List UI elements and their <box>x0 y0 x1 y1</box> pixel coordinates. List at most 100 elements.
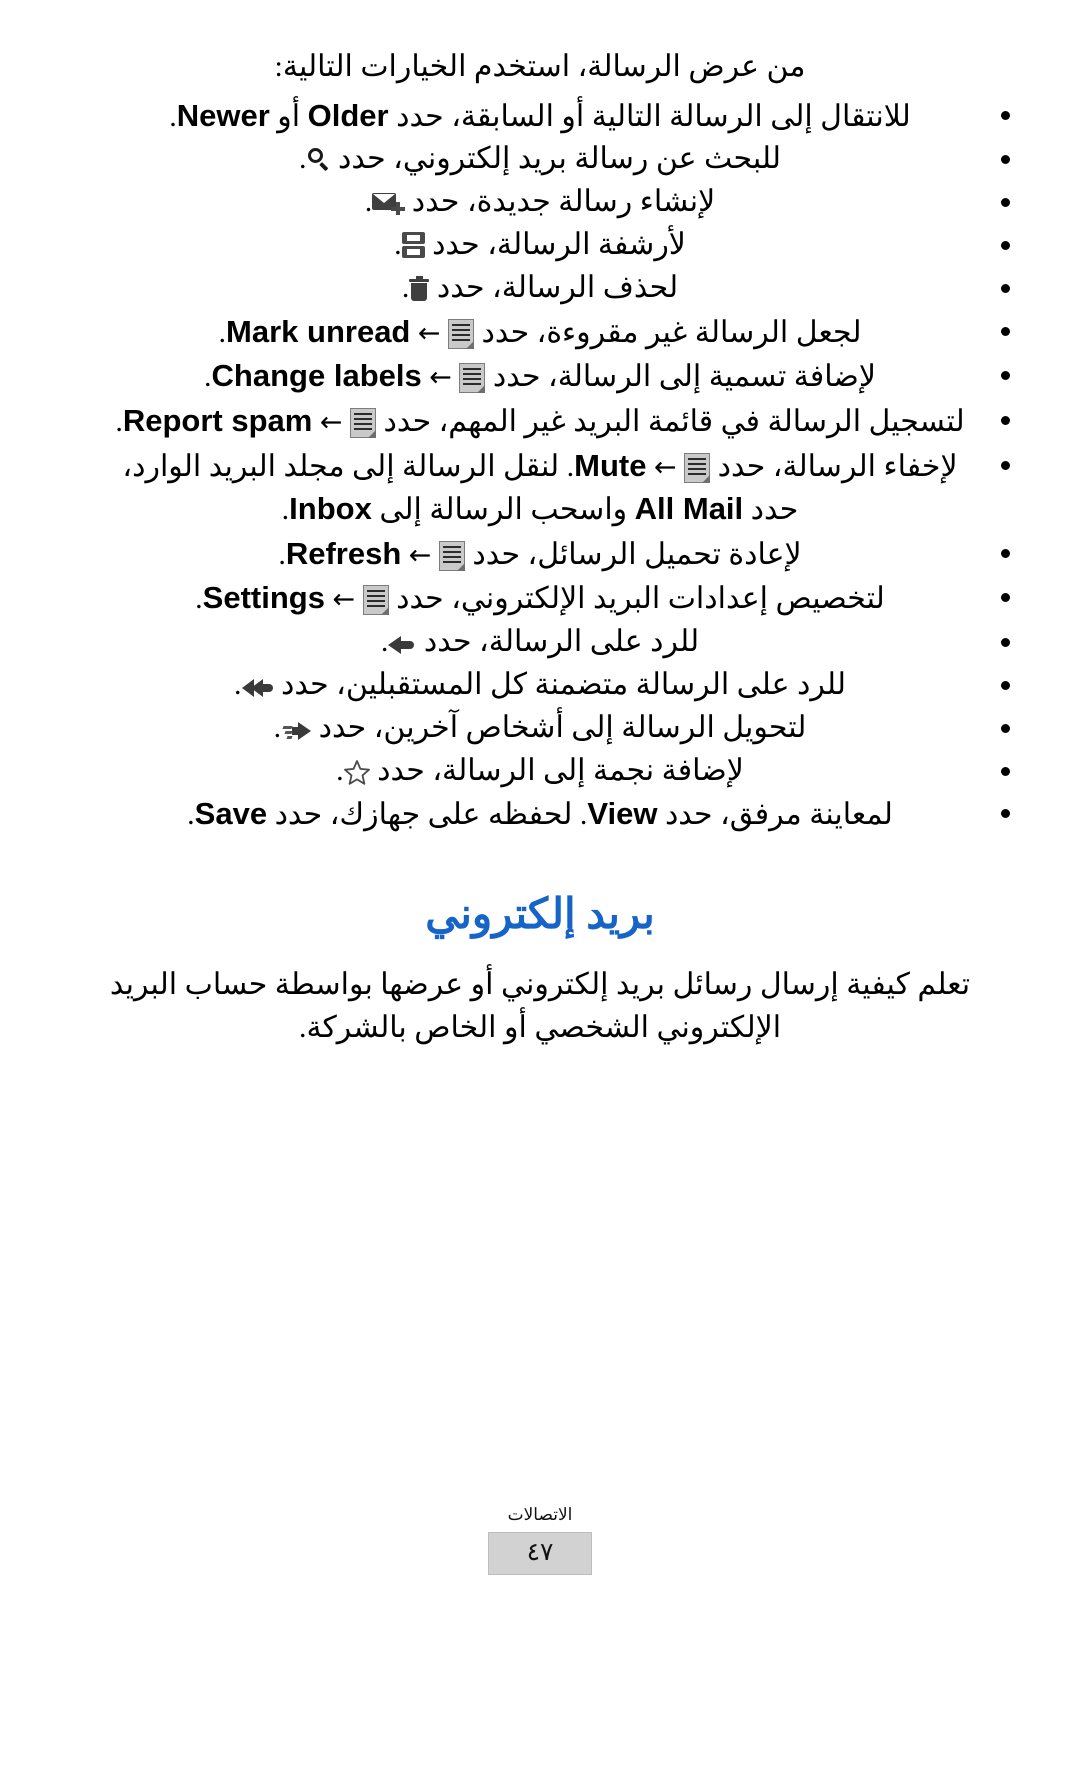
menu-icon <box>362 585 389 616</box>
list-item-forward-message: لتحويل الرسالة إلى أشخاص آخرين، حدد . <box>96 708 1010 749</box>
option-keyword-settings: Settings <box>202 580 325 616</box>
forward-icon <box>281 720 312 742</box>
menu-icon <box>448 318 474 349</box>
option-suffix: . <box>278 537 286 571</box>
option-suffix: . <box>273 710 282 744</box>
option-suffix: . <box>204 360 212 394</box>
list-item-report-spam: لتسجيل الرسالة في قائمة البريد غير المهم… <box>96 400 1010 443</box>
bullet-marker <box>1001 809 1010 819</box>
bullet-marker <box>1001 460 1010 470</box>
bullet-marker <box>1001 416 1010 426</box>
list-item-mark-unread: لجعل الرسالة غير مقروءة، حدد ← Mark unre… <box>96 311 1010 354</box>
list-item-search-email: للبحث عن رسالة بريد إلكتروني، حدد . <box>96 139 1010 180</box>
list-item-archive-message: لأرشفة الرسالة، حدد . <box>96 225 1010 266</box>
option-prefix: لإعادة تحميل الرسائل، حدد <box>472 537 802 571</box>
list-item-delete-message: لحذف الرسالة، حدد . <box>96 268 1010 309</box>
bullet-marker <box>1001 371 1010 381</box>
option-prefix: للرد على الرسالة، حدد <box>423 625 700 659</box>
archive-icon <box>401 231 425 259</box>
arrow-icon: ← <box>408 539 432 571</box>
search-icon <box>307 147 331 173</box>
option-keyword-view: View <box>587 796 658 832</box>
bullet-marker <box>1001 198 1010 208</box>
option-keyword-older: Older <box>307 97 389 133</box>
section-heading: بريد إلكتروني <box>425 892 655 939</box>
reply-icon <box>388 632 416 656</box>
option-suffix: . <box>394 227 402 261</box>
star-icon <box>343 759 370 785</box>
bullet-marker <box>1001 155 1010 165</box>
menu-icon <box>684 452 711 483</box>
list-item-compose-message: لإنشاء رسالة جديدة، حدد . <box>96 182 1010 223</box>
option-suffix: . <box>364 185 373 219</box>
options-list: للانتقال إلى الرسالة التالية أو السابقة،… <box>96 95 1010 837</box>
option-keyword-newer: Newer <box>176 97 270 133</box>
list-item-change-labels: لإضافة تسمية إلى الرسالة، حدد ← Change l… <box>96 355 1010 398</box>
menu-icon <box>438 540 465 571</box>
list-item-email-settings: لتخصيص إعدادات البريد الإلكتروني، حدد ← … <box>96 577 1010 620</box>
option-suffix: . <box>336 753 344 787</box>
bullet-marker <box>1001 326 1010 336</box>
option-prefix: للانتقال إلى الرسالة التالية أو السابقة،… <box>396 99 911 133</box>
arrow-icon: ← <box>319 407 343 439</box>
arrow-icon: ← <box>332 584 356 616</box>
option-mid: . لحفظه على جهازك، حدد <box>274 798 588 832</box>
trash-icon <box>409 275 430 302</box>
list-item-reply-message: للرد على الرسالة، حدد . <box>96 622 1010 663</box>
bullet-marker <box>1001 593 1010 603</box>
option-suffix: . <box>401 270 410 304</box>
option-keyword-all-mail: All Mail <box>634 490 744 526</box>
list-item-mute-and-move: لإخفاء الرسالة، حدد ← Mute. لنقل الرسالة… <box>96 445 1010 531</box>
bullet-marker <box>1001 766 1010 776</box>
list-item-reply-all: للرد على الرسالة متضمنة كل المستقبلين، ح… <box>96 665 1010 706</box>
option-keyword-save: Save <box>194 796 268 832</box>
option-keyword-change-labels: Change labels <box>211 358 422 394</box>
option-prefix: لإخفاء الرسالة، حدد <box>717 449 958 483</box>
page-number-badge: ٤٧ <box>488 1532 592 1575</box>
list-item-view-save-attachment: لمعاينة مرفق، حدد View. لحفظه على جهازك،… <box>96 793 1010 836</box>
option-suffix: . <box>218 315 227 349</box>
option-keyword-mark-unread: Mark unread <box>226 313 411 349</box>
bullet-marker <box>1001 548 1010 558</box>
option-prefix: لحذف الرسالة، حدد <box>436 270 679 304</box>
option-prefix: لتخصيص إعدادات البريد الإلكتروني، حدد <box>396 582 885 616</box>
bullet-marker <box>1001 283 1010 293</box>
bullet-marker <box>1001 110 1010 120</box>
arrow-icon: ← <box>417 317 441 349</box>
manual-page: من عرض الرسالة، استخدم الخيارات التالية:… <box>0 0 1080 1771</box>
intro-paragraph: من عرض الرسالة، استخدم الخيارات التالية: <box>274 50 806 83</box>
option-prefix: للبحث عن رسالة بريد إلكتروني، حدد <box>338 142 781 176</box>
option-mid2: واسحب الرسالة إلى <box>379 492 628 526</box>
footer-section-label: الاتصالات <box>507 1505 573 1524</box>
menu-icon <box>349 408 376 439</box>
option-prefix: للرد على الرسالة متضمنة كل المستقبلين، ح… <box>281 667 846 701</box>
option-prefix: لإضافة تسمية إلى الرسالة، حدد <box>492 360 876 394</box>
option-prefix: لتحويل الرسالة إلى أشخاص آخرين، حدد <box>318 710 807 744</box>
option-suffix: . <box>115 405 123 439</box>
list-item-refresh-messages: لإعادة تحميل الرسائل، حدد ← Refresh. <box>96 533 1010 576</box>
list-item-star-message: لإضافة نجمة إلى الرسالة، حدد . <box>96 751 1010 792</box>
menu-icon <box>459 363 486 394</box>
page-footer: الاتصالات ٤٧ <box>0 1505 1080 1575</box>
arrow-icon: ← <box>429 362 452 394</box>
option-suffix: . <box>169 99 177 133</box>
option-suffix: . <box>187 798 195 832</box>
option-keyword-inbox: Inbox <box>289 490 372 526</box>
bullet-marker <box>1001 680 1010 690</box>
section-paragraph: تعلم كيفية إرسال رسائل بريد إلكتروني أو … <box>109 967 971 1045</box>
option-suffix: . <box>234 667 242 701</box>
option-conjunction: أو <box>277 99 301 133</box>
option-prefix: لمعاينة مرفق، حدد <box>664 798 893 832</box>
reply-all-icon <box>241 675 274 699</box>
option-prefix: لتسجيل الرسالة في قائمة البريد غير المهم… <box>383 405 965 439</box>
arrow-icon: ← <box>653 451 677 483</box>
bullet-marker <box>1001 723 1010 733</box>
option-suffix: . <box>380 625 389 659</box>
option-suffix: . <box>195 582 203 616</box>
option-keyword-refresh: Refresh <box>285 535 402 571</box>
option-prefix: لجعل الرسالة غير مقروءة، حدد <box>481 315 862 349</box>
compose-icon <box>372 192 406 216</box>
option-prefix: لإنشاء رسالة جديدة، حدد <box>411 185 716 219</box>
option-keyword-mute: Mute <box>574 447 647 483</box>
option-suffix: . <box>299 142 307 176</box>
